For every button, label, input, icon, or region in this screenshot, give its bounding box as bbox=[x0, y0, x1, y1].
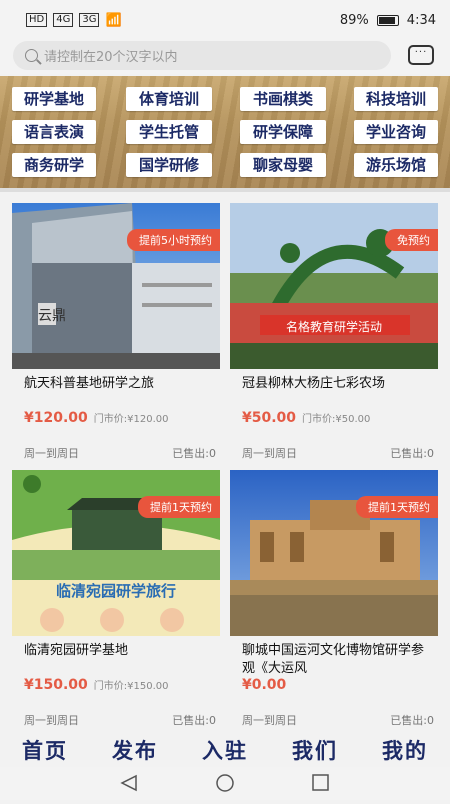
back-icon[interactable] bbox=[120, 774, 137, 792]
product-price: ¥0.00 bbox=[242, 677, 287, 693]
nav-mine[interactable]: 我的 bbox=[382, 735, 428, 765]
svg-text:名格教育研学活动: 名格教育研学活动 bbox=[286, 319, 382, 334]
product-card[interactable]: 名格教育研学活动 免预约 冠县柳林大杨庄七彩农场 ¥50.00 门市价:¥50.0… bbox=[230, 203, 438, 465]
search-placeholder: 请控制在20个汉字以内 bbox=[44, 50, 178, 65]
signal-indicators: HD 4G 3G 📶 bbox=[26, 13, 122, 28]
available-days: 周一到周日 bbox=[24, 714, 79, 727]
category-tag[interactable]: 书画棋类 bbox=[240, 87, 326, 111]
product-image: 提前1天预约 bbox=[230, 470, 438, 636]
available-days: 周一到周日 bbox=[242, 447, 297, 460]
product-image: 名格教育研学活动 免预约 bbox=[230, 203, 438, 369]
nav-home[interactable]: 首页 bbox=[22, 735, 68, 765]
product-image: 云鼎 提前5小时预约 bbox=[12, 203, 220, 369]
chat-bubble-icon[interactable]: ··· bbox=[408, 45, 434, 65]
hd-indicator: HD bbox=[26, 13, 48, 27]
product-price: ¥120.00 门市价:¥120.00 bbox=[24, 410, 169, 426]
category-tag[interactable]: 学业咨询 bbox=[354, 120, 438, 144]
product-price: ¥150.00 门市价:¥150.00 bbox=[24, 677, 169, 693]
category-tag[interactable]: 学生托管 bbox=[126, 120, 212, 144]
product-card[interactable]: 临清宛园研学旅行 提前1天预约 临清宛园研学基地 ¥150.00 门市价:¥150… bbox=[12, 470, 220, 732]
booking-badge: 提前5小时预约 bbox=[127, 229, 220, 251]
sold-count: 已售出:0 bbox=[172, 714, 216, 727]
sold-count: 已售出:0 bbox=[172, 447, 216, 460]
category-tag[interactable]: 商务研学 bbox=[12, 153, 96, 177]
nav-publish[interactable]: 发布 bbox=[112, 735, 158, 765]
recents-icon[interactable] bbox=[312, 774, 329, 791]
market-price: 门市价:¥150.00 bbox=[93, 681, 169, 692]
svg-text:云鼎: 云鼎 bbox=[38, 308, 66, 324]
svg-text:临清宛园研学旅行: 临清宛园研学旅行 bbox=[56, 582, 176, 600]
available-days: 周一到周日 bbox=[242, 714, 297, 727]
sold-count: 已售出:0 bbox=[390, 714, 434, 727]
category-tag[interactable]: 国学研修 bbox=[126, 153, 212, 177]
category-tag[interactable]: 语言表演 bbox=[12, 120, 96, 144]
category-tag[interactable]: 科技培训 bbox=[354, 87, 438, 111]
category-tag[interactable]: 研学保障 bbox=[240, 120, 326, 144]
category-tag[interactable]: 体育培训 bbox=[126, 87, 212, 111]
product-image: 临清宛园研学旅行 提前1天预约 bbox=[12, 470, 220, 636]
nav-about-us[interactable]: 我们 bbox=[292, 735, 338, 765]
product-card[interactable]: 云鼎 提前5小时预约 航天科普基地研学之旅 ¥120.00 门市价:¥120.00… bbox=[12, 203, 220, 465]
product-title: 聊城中国运河文化博物馆研学参观《大运风 bbox=[242, 643, 425, 676]
system-nav-bar bbox=[0, 767, 450, 800]
sold-count: 已售出:0 bbox=[390, 447, 434, 460]
category-tag[interactable]: 游乐场馆 bbox=[354, 153, 438, 177]
nav-join[interactable]: 入驻 bbox=[202, 735, 248, 765]
product-title: 航天科普基地研学之旅 bbox=[24, 376, 155, 391]
market-price: 门市价:¥120.00 bbox=[93, 414, 169, 425]
3g-indicator: 3G bbox=[79, 13, 100, 27]
search-icon bbox=[25, 49, 38, 62]
clock: 4:34 bbox=[406, 12, 436, 28]
battery-percent: 89% bbox=[339, 12, 369, 28]
wifi-icon: 📶 bbox=[105, 12, 122, 28]
bottom-nav: 首页 发布 入驻 我们 我的 bbox=[0, 733, 450, 767]
booking-badge: 提前1天预约 bbox=[138, 496, 220, 518]
battery-icon bbox=[376, 14, 399, 26]
category-tag[interactable]: 研学基地 bbox=[12, 87, 96, 111]
product-card[interactable]: 提前1天预约 聊城中国运河文化博物馆研学参观《大运风 ¥0.00 周一到周日 已… bbox=[230, 470, 438, 732]
product-title: 临清宛园研学基地 bbox=[24, 643, 129, 658]
4g-indicator: 4G bbox=[53, 13, 74, 27]
available-days: 周一到周日 bbox=[24, 447, 79, 460]
product-title: 冠县柳林大杨庄七彩农场 bbox=[242, 376, 386, 391]
category-banner: 研学基地 体育培训 书画棋类 科技培训 语言表演 学生托管 研学保障 学业咨询 … bbox=[0, 76, 450, 188]
booking-badge: 免预约 bbox=[385, 229, 438, 251]
home-icon[interactable] bbox=[216, 774, 234, 792]
section-divider bbox=[0, 188, 450, 192]
booking-badge: 提前1天预约 bbox=[356, 496, 438, 518]
search-input[interactable]: 请控制在20个汉字以内 bbox=[13, 41, 391, 70]
status-bar: HD 4G 3G 📶 89% 4:34 bbox=[0, 0, 450, 40]
category-tag[interactable]: 聊家母婴 bbox=[240, 153, 326, 177]
market-price: 门市价:¥50.00 bbox=[302, 414, 371, 425]
search-bar: 请控制在20个汉字以内 ··· bbox=[0, 40, 450, 74]
product-price: ¥50.00 门市价:¥50.00 bbox=[242, 410, 371, 426]
